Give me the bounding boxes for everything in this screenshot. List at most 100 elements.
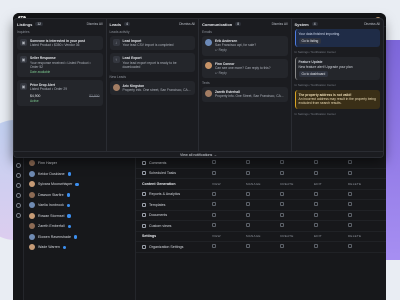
permission-cell bbox=[280, 202, 314, 207]
folder-icon[interactable] bbox=[15, 203, 21, 208]
permission-checkbox[interactable] bbox=[348, 191, 352, 196]
permission-label: Documents bbox=[149, 213, 168, 218]
permission-checkbox[interactable] bbox=[246, 244, 250, 249]
export-icon: ↑ bbox=[112, 56, 120, 64]
permission-checkbox[interactable] bbox=[280, 244, 284, 249]
permission-checkbox[interactable] bbox=[212, 212, 216, 217]
permission-checkbox[interactable] bbox=[280, 191, 284, 196]
permission-column-header: CREATE bbox=[280, 181, 294, 186]
permission-checkbox[interactable] bbox=[348, 212, 352, 217]
permission-checkbox[interactable] bbox=[280, 223, 284, 228]
card-link[interactable]: Active bbox=[30, 99, 100, 103]
listings-section-label: Inquiries bbox=[17, 30, 30, 34]
permission-checkbox[interactable] bbox=[348, 244, 352, 249]
users-icon[interactable] bbox=[15, 183, 21, 188]
go-to-dashboard-button[interactable]: Go to dashboard bbox=[298, 70, 329, 78]
system-import-card[interactable]: Your data finished importing. Go to list… bbox=[294, 29, 380, 48]
permission-checkbox[interactable] bbox=[314, 202, 318, 207]
communication-dismiss-all-button[interactable]: Dismiss All bbox=[272, 22, 288, 26]
permission-checkbox[interactable] bbox=[246, 223, 250, 228]
sender-avatar bbox=[205, 39, 212, 46]
listing-card[interactable]: ▣ Seller Response Your response received … bbox=[17, 53, 103, 78]
user-list-item[interactable]: Zareth Emberfall bbox=[24, 221, 135, 232]
permission-checkbox[interactable] bbox=[348, 202, 352, 207]
permission-checkbox[interactable] bbox=[212, 223, 216, 228]
lead-activity-card[interactable]: ↓ Lead Import Your lead CSV import is com… bbox=[109, 36, 195, 51]
permission-checkbox[interactable] bbox=[314, 212, 318, 217]
reply-button[interactable]: ↩ Reply bbox=[215, 71, 285, 75]
settings-icon[interactable] bbox=[15, 213, 21, 218]
reply-button[interactable]: ↩ Reply bbox=[215, 48, 285, 52]
permission-row: Reports & Analytics bbox=[136, 190, 386, 200]
permission-icon bbox=[142, 160, 146, 165]
verified-badge-icon bbox=[62, 245, 67, 249]
leads-dismiss-all-button[interactable]: Dismiss All bbox=[179, 22, 195, 26]
permission-checkbox[interactable] bbox=[314, 223, 318, 228]
user-list-item[interactable]: Wade Warren bbox=[24, 242, 135, 253]
search-icon[interactable] bbox=[15, 173, 21, 178]
permission-checkbox[interactable] bbox=[212, 244, 216, 249]
user-avatar bbox=[29, 191, 35, 198]
permission-checkbox[interactable] bbox=[314, 244, 318, 249]
user-list-item[interactable]: Keidor Dusktane bbox=[24, 169, 135, 180]
permission-checkbox[interactable] bbox=[212, 202, 216, 207]
permission-checkbox[interactable] bbox=[348, 170, 352, 175]
user-name: Elowen Ravenshade bbox=[38, 234, 71, 239]
permission-checkbox[interactable] bbox=[314, 160, 318, 165]
leads-count-badge: 4 bbox=[124, 22, 130, 26]
user-list-item[interactable]: Elowen Ravenshade bbox=[24, 232, 135, 243]
permission-checkbox[interactable] bbox=[246, 170, 250, 175]
card-meta: Your response received • Listed Product … bbox=[30, 60, 91, 69]
system-dismiss-all-button[interactable]: Dismiss All bbox=[364, 22, 380, 26]
permission-checkbox[interactable] bbox=[314, 191, 318, 196]
permission-cell bbox=[212, 191, 246, 197]
verified-badge-icon bbox=[66, 203, 71, 207]
permission-checkbox[interactable] bbox=[314, 170, 318, 175]
user-list-item[interactable]: Finn Harper bbox=[24, 158, 135, 169]
lead-activity-card[interactable]: ↑ Lead Export Your lead export report is … bbox=[109, 53, 195, 73]
permission-checkbox[interactable] bbox=[246, 202, 250, 207]
permission-checkbox[interactable] bbox=[280, 212, 284, 217]
permission-checkbox[interactable] bbox=[246, 160, 250, 165]
leads-section-label: Leads activity bbox=[109, 30, 130, 34]
user-list-item[interactable]: Dawson Starfire bbox=[24, 190, 135, 201]
listings-title: Listings bbox=[17, 21, 33, 27]
listing-card[interactable]: ▣ Price Drop Alert Listed Product • Order… bbox=[17, 80, 103, 107]
chart-icon[interactable] bbox=[15, 193, 21, 198]
email-card[interactable]: Finn Connor Can see one more? Can reply t… bbox=[202, 58, 288, 79]
permission-checkbox[interactable] bbox=[246, 191, 250, 196]
user-list-item[interactable]: Vaelia Ironbrook bbox=[24, 200, 135, 211]
listings-dismiss-all-button[interactable]: Dismiss All bbox=[87, 22, 103, 26]
user-name: Wade Warren bbox=[38, 245, 60, 250]
user-list-item[interactable]: Sylvara Moonwhisper bbox=[24, 179, 135, 190]
permission-row: Documents bbox=[136, 211, 386, 221]
home-icon[interactable] bbox=[15, 163, 21, 168]
permission-checkbox[interactable] bbox=[246, 212, 250, 217]
card-link[interactable]: Date available bbox=[30, 70, 100, 74]
permission-cell bbox=[280, 170, 314, 176]
verified-badge-icon bbox=[73, 235, 78, 239]
feature-update-card[interactable]: Feature Update New feature alert! Upgrad… bbox=[294, 57, 380, 81]
user-name: Sylvara Moonwhisper bbox=[38, 182, 73, 187]
email-card[interactable]: Erik Andersen San Francisco apt, for sale… bbox=[202, 36, 288, 56]
permission-name: Organization Settings bbox=[136, 244, 212, 249]
permission-checkbox[interactable] bbox=[212, 191, 216, 196]
user-list-item[interactable]: Rowan Stormsel bbox=[24, 211, 135, 222]
listing-card[interactable]: ▣ Someone is interested in your post List… bbox=[17, 36, 103, 51]
go-to-listing-button[interactable]: Go to listing bbox=[298, 38, 322, 45]
address-warning-card[interactable]: The property address is not valid! An in… bbox=[294, 90, 380, 109]
permission-cell bbox=[348, 202, 382, 207]
text-card[interactable]: Zareth Esterhall Property info. One Stree… bbox=[202, 87, 288, 102]
permission-checkbox[interactable] bbox=[348, 223, 352, 228]
permission-checkbox[interactable] bbox=[212, 160, 216, 165]
communication-title: Communication bbox=[202, 21, 233, 27]
user-avatar bbox=[29, 181, 35, 188]
permission-checkbox[interactable] bbox=[212, 170, 216, 175]
permission-cell bbox=[246, 212, 280, 218]
permission-checkbox[interactable] bbox=[280, 170, 284, 175]
permission-checkbox[interactable] bbox=[280, 202, 284, 207]
permission-checkbox[interactable] bbox=[280, 160, 284, 165]
new-lead-card[interactable]: Aric Kingston Property info. One street, … bbox=[109, 81, 195, 96]
view-all-notifications-link[interactable]: View all notifications → bbox=[14, 151, 383, 158]
permission-checkbox[interactable] bbox=[348, 160, 352, 165]
